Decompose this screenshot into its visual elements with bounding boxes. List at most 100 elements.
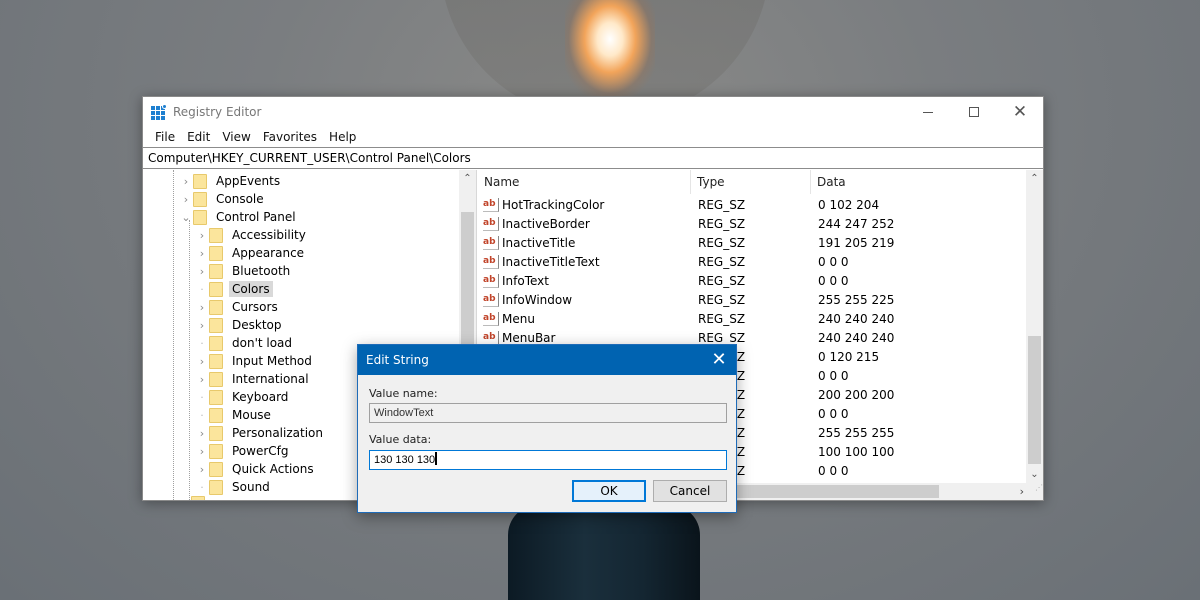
tree-item-label: Sound [232,480,270,494]
tree-item-quick-actions[interactable]: › Quick Actions [195,460,317,478]
value-row[interactable]: ab Menu REG_SZ 240 240 240 [477,310,1017,329]
tree-item-partial[interactable] [191,494,211,500]
dialog-title-bar[interactable]: Edit String ✕ [358,345,736,375]
tree-item-powercfg[interactable]: › PowerCfg [195,442,292,460]
tree-item-console[interactable]: › Console [179,190,267,208]
tree-connector: · [200,390,204,404]
minimize-button[interactable] [905,97,951,127]
value-data: 255 255 255 [818,426,895,440]
menu-favorites[interactable]: Favorites [257,130,323,144]
tree-item-label: Desktop [232,318,282,332]
tree-item-label: AppEvents [216,174,281,188]
value-row[interactable]: ab InactiveBorder REG_SZ 244 247 252 [477,215,1017,234]
menu-help[interactable]: Help [323,130,362,144]
value-data: 244 247 252 [818,217,895,231]
value-row[interactable]: ab InactiveTitle REG_SZ 191 205 219 [477,234,1017,253]
folder-icon [209,371,223,387]
chevron-right-icon[interactable]: › [195,265,209,278]
tree-connector: · [200,408,204,422]
scroll-up-arrow-icon[interactable]: ⌃ [1026,170,1043,187]
folder-icon [209,353,223,369]
chevron-right-icon[interactable]: › [179,193,193,206]
list-scroll-thumb[interactable] [1028,336,1041,464]
chevron-right-icon[interactable]: › [195,463,209,476]
address-bar[interactable]: Computer\HKEY_CURRENT_USER\Control Panel… [143,147,1043,169]
chevron-right-icon[interactable]: › [179,175,193,188]
cancel-button[interactable]: Cancel [653,480,727,502]
value-row[interactable]: ab InactiveTitleText REG_SZ 0 0 0 [477,253,1017,272]
tree-item-international[interactable]: › International [195,370,312,388]
column-header-data[interactable]: Data [810,170,846,194]
tree-item-appearance[interactable]: › Appearance [195,244,307,262]
close-button[interactable]: ✕ [997,97,1043,127]
address-path[interactable]: Computer\HKEY_CURRENT_USER\Control Panel… [148,151,471,165]
chevron-right-icon[interactable]: › [195,427,209,440]
value-name-label: Value name: [369,387,438,400]
tree-guide-line [173,170,174,500]
tree-item-bluetooth[interactable]: › Bluetooth [195,262,293,280]
value-data: 0 0 0 [818,407,849,421]
value-type: REG_SZ [698,236,746,250]
chevron-down-icon[interactable]: ⌄ [179,211,193,224]
scroll-right-arrow-icon[interactable]: › [1020,483,1024,500]
menu-file[interactable]: File [149,130,181,144]
column-header-name[interactable]: Name [477,170,519,194]
chevron-right-icon[interactable]: › [195,373,209,386]
column-header-type[interactable]: Type [690,170,725,194]
tree-item-label: Appearance [232,246,305,260]
value-type: REG_SZ [698,198,746,212]
chevron-right-icon[interactable]: › [195,229,209,242]
menu-edit[interactable]: Edit [181,130,216,144]
list-vertical-scrollbar[interactable]: ⌃ ⌄ [1026,170,1043,483]
scroll-down-arrow-icon[interactable]: ⌄ [1026,466,1043,483]
tree-item-mouse[interactable]: · Mouse [195,406,274,424]
tree-item-label: Bluetooth [232,264,291,278]
dialog-close-icon[interactable]: ✕ [708,349,730,371]
resize-grip-icon[interactable]: ⋰ [1026,483,1043,500]
value-name-text: WindowText [374,407,434,419]
tree-item-control-panel[interactable]: ⌄ Control Panel [179,208,299,226]
ok-button[interactable]: OK [572,480,646,502]
folder-icon [209,281,223,297]
folder-icon [209,335,223,351]
scroll-up-arrow-icon[interactable]: ⌃ [459,170,476,187]
title-bar[interactable]: Registry Editor ✕ [143,97,1043,127]
chevron-right-icon[interactable]: › [195,247,209,260]
tree-item-cursors[interactable]: › Cursors [195,298,281,316]
string-value-icon: ab [483,293,499,307]
value-data: 255 255 225 [818,293,895,307]
value-row[interactable]: ab InfoWindow REG_SZ 255 255 225 [477,291,1017,310]
tree-item-label: don't load [232,336,293,350]
tree-item-label: Colors [229,281,273,297]
value-name-field[interactable]: WindowText [369,403,727,423]
tree-item-colors[interactable]: · Colors [195,280,273,298]
value-data-text: 130 130 130 [374,454,436,466]
minimize-icon [923,111,933,113]
value-row[interactable]: ab InfoText REG_SZ 0 0 0 [477,272,1017,291]
folder-icon [209,227,223,243]
tree-item-personalization[interactable]: › Personalization [195,424,326,442]
chevron-right-icon[interactable]: › [195,319,209,332]
tree-item-keyboard[interactable]: · Keyboard [195,388,291,406]
value-data: 100 100 100 [818,445,895,459]
folder-icon [193,209,207,225]
tree-item-don-t-load[interactable]: · don't load [195,334,295,352]
tree-item-appevents[interactable]: › AppEvents [179,172,283,190]
string-value-icon: ab [483,198,499,212]
value-row[interactable]: ab HotTrackingColor REG_SZ 0 102 204 [477,196,1017,215]
text-caret [435,452,438,465]
tree-item-accessibility[interactable]: › Accessibility [195,226,309,244]
chevron-right-icon[interactable]: › [195,445,209,458]
menu-view[interactable]: View [216,130,256,144]
tree-item-label: Cursors [232,300,278,314]
folder-icon [209,425,223,441]
value-name: InfoText [502,274,549,288]
tree-item-label: Console [216,192,264,206]
chevron-right-icon[interactable]: › [195,355,209,368]
maximize-icon [969,107,979,117]
tree-item-input-method[interactable]: › Input Method [195,352,315,370]
tree-item-desktop[interactable]: › Desktop [195,316,285,334]
value-data-input[interactable]: 130 130 130 [369,450,727,470]
chevron-right-icon[interactable]: › [195,301,209,314]
maximize-button[interactable] [951,97,997,127]
